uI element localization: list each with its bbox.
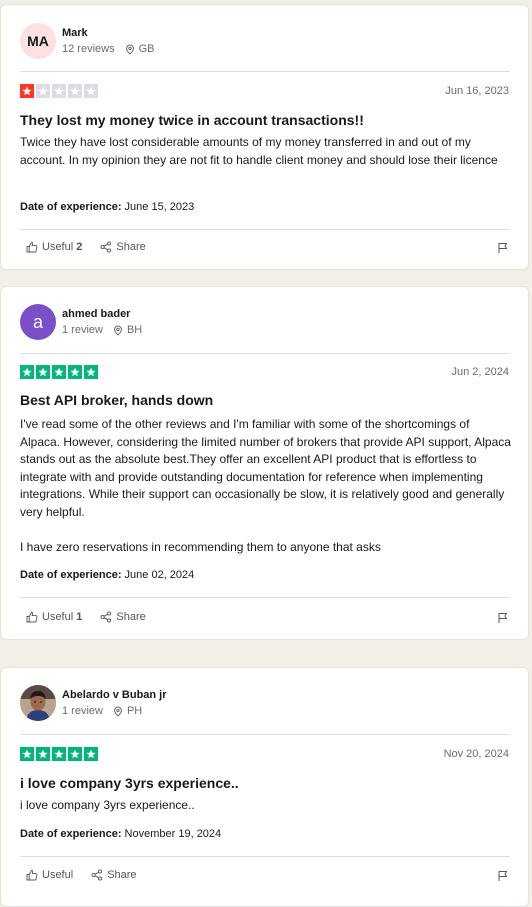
review-card: Abelardo v Buban jr 1 review PH Nov 20, … xyxy=(0,667,529,907)
avatar[interactable] xyxy=(20,685,56,721)
share-button[interactable]: Share xyxy=(91,869,137,881)
divider xyxy=(20,353,510,354)
review-title[interactable]: They lost my money twice in account tran… xyxy=(20,111,364,129)
divider xyxy=(20,734,510,735)
star-filled-icon xyxy=(68,365,82,379)
useful-button[interactable]: Useful 2 xyxy=(26,241,82,253)
useful-label: Useful xyxy=(42,241,74,253)
star-filled-icon xyxy=(20,365,34,379)
review-card: a ahmed bader 1 review BH Jun 2, 2024 Be… xyxy=(0,286,529,640)
reviewer-header[interactable]: MA Mark 12 reviews GB xyxy=(20,23,154,59)
divider xyxy=(20,229,510,230)
review-title[interactable]: Best API broker, hands down xyxy=(20,391,213,409)
star-rating xyxy=(20,365,100,379)
reviewer-country: GB xyxy=(138,43,155,55)
star-empty-icon xyxy=(84,84,98,98)
location-pin-icon xyxy=(114,324,122,336)
review-body: Twice they have lost considerable amount… xyxy=(20,134,512,169)
star-empty-icon xyxy=(52,84,66,98)
flag-icon[interactable] xyxy=(497,242,509,254)
reviewer-name[interactable]: ahmed bader xyxy=(62,307,142,321)
reviewer-name[interactable]: Abelardo v Buban jr xyxy=(62,688,167,702)
star-filled-icon xyxy=(20,747,34,761)
avatar[interactable]: MA xyxy=(20,23,56,59)
useful-button[interactable]: Useful xyxy=(26,869,73,881)
divider xyxy=(20,856,510,857)
experience-label: Date of experience: xyxy=(20,201,122,213)
star-filled-icon xyxy=(52,747,66,761)
date-of-experience: Date of experience: June 15, 2023 xyxy=(20,201,194,213)
location-pin-icon xyxy=(125,43,134,55)
review-count: 12 reviews xyxy=(62,43,115,55)
thumbs-up-icon xyxy=(26,611,38,623)
review-paragraph: I've read some of the other reviews and … xyxy=(20,417,511,519)
useful-count: 1 xyxy=(76,611,83,623)
useful-label: Useful xyxy=(42,869,74,881)
review-paragraph: Twice they have lost considerable amount… xyxy=(20,135,498,167)
location-pin-icon xyxy=(114,705,122,717)
flag-icon[interactable] xyxy=(497,870,509,882)
date-of-experience: Date of experience: June 02, 2024 xyxy=(20,569,194,581)
divider xyxy=(20,71,510,72)
share-icon xyxy=(100,611,112,623)
useful-button[interactable]: Useful 1 xyxy=(26,611,82,623)
star-filled-icon xyxy=(84,365,98,379)
review-count: 1 review xyxy=(62,705,103,717)
star-filled-icon xyxy=(36,747,50,761)
experience-date: June 15, 2023 xyxy=(124,201,195,213)
share-icon xyxy=(91,869,103,881)
star-empty-icon xyxy=(68,84,82,98)
experience-date: June 02, 2024 xyxy=(124,569,195,581)
review-date: Jun 2, 2024 xyxy=(451,366,510,378)
share-button[interactable]: Share xyxy=(100,611,146,623)
useful-label: Useful xyxy=(42,611,74,623)
share-label: Share xyxy=(116,241,146,253)
reviewer-header[interactable]: Abelardo v Buban jr 1 review PH xyxy=(20,685,167,721)
share-icon xyxy=(100,241,112,253)
star-rating xyxy=(20,747,100,761)
review-date: Jun 16, 2023 xyxy=(445,85,509,97)
review-date: Nov 20, 2024 xyxy=(443,748,509,760)
star-filled-icon xyxy=(52,365,66,379)
reviewer-name[interactable]: Mark xyxy=(62,26,154,40)
experience-date: November 19, 2024 xyxy=(124,828,222,840)
star-filled-icon xyxy=(36,365,50,379)
flag-icon[interactable] xyxy=(497,612,509,624)
star-filled-icon xyxy=(84,747,98,761)
review-paragraph: i love company 3yrs experience.. xyxy=(20,798,195,812)
divider xyxy=(20,597,510,598)
review-count: 1 review xyxy=(62,324,103,336)
star-filled-icon xyxy=(68,747,82,761)
useful-count: 2 xyxy=(76,241,83,253)
thumbs-up-icon xyxy=(26,869,38,881)
star-empty-icon xyxy=(36,84,50,98)
thumbs-up-icon xyxy=(26,241,38,253)
review-card: MA Mark 12 reviews GB Jun 16, 2023 They … xyxy=(0,4,529,270)
date-of-experience: Date of experience: November 19, 2024 xyxy=(20,828,221,840)
avatar-photo xyxy=(20,685,56,721)
reviewer-header[interactable]: a ahmed bader 1 review BH xyxy=(20,304,142,340)
star-filled-icon xyxy=(20,84,34,98)
reviewer-country: BH xyxy=(126,324,143,336)
review-body: I've read some of the other reviews and … xyxy=(20,416,512,556)
experience-label: Date of experience: xyxy=(20,828,122,840)
review-body: i love company 3yrs experience.. xyxy=(20,797,512,815)
share-button[interactable]: Share xyxy=(100,241,146,253)
reviewer-country: PH xyxy=(126,705,143,717)
share-label: Share xyxy=(116,611,146,623)
share-label: Share xyxy=(107,869,137,881)
avatar[interactable]: a xyxy=(20,304,56,340)
review-paragraph: I have zero reservations in recommending… xyxy=(20,539,381,554)
star-rating xyxy=(20,84,100,98)
review-title[interactable]: i love company 3yrs experience.. xyxy=(20,774,239,792)
experience-label: Date of experience: xyxy=(20,569,122,581)
